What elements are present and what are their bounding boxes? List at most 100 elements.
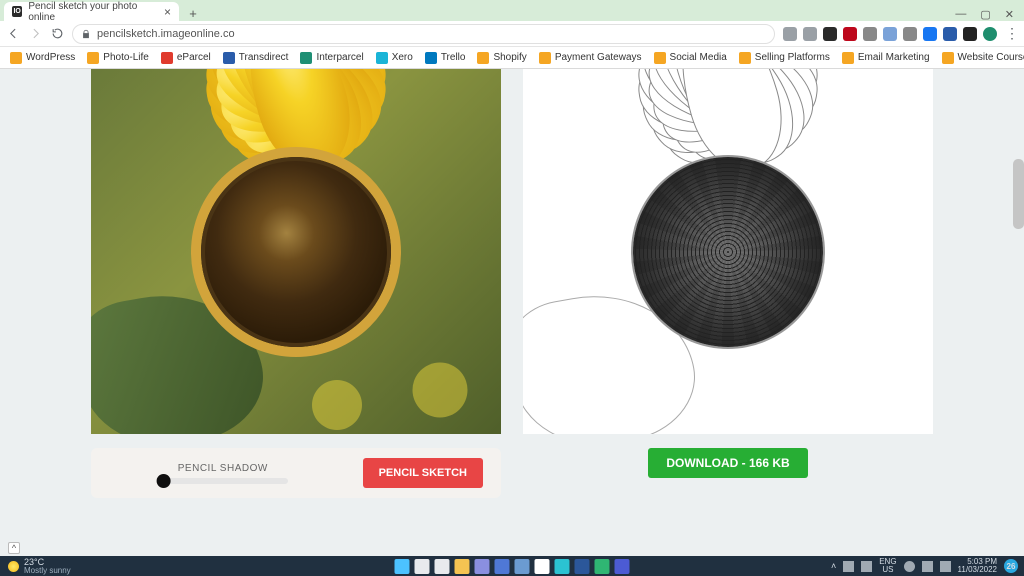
bookmark-social-media[interactable]: Social Media [650,50,731,66]
bookmark-label: Social Media [670,52,727,63]
reload-button[interactable] [50,27,64,41]
back-button[interactable] [6,27,20,41]
mail-icon[interactable] [495,559,510,574]
control-panel: PENCIL SHADOW PENCIL SKETCH [91,448,501,498]
bookmark-wordpress[interactable]: WordPress [6,50,79,66]
taskbar: 23°C Mostly sunny ˄ ENG US 5:03 PM 11/03… [0,556,1024,576]
bookmark-folder-icon [942,52,954,64]
bookmark-photo-life[interactable]: Photo-Life [83,50,153,66]
tab-title: Pencil sketch your photo online [28,1,158,23]
ext-gear[interactable] [883,27,897,41]
bookmark-email-marketing[interactable]: Email Marketing [838,50,934,66]
edge-icon[interactable] [555,559,570,574]
bookmark-xero[interactable]: Xero [372,50,417,66]
bookmark-bar: WordPress Photo-Life eParcelTransdirectInt… [0,47,1024,69]
weather-widget[interactable]: 23°C Mostly sunny [0,558,79,575]
bookmark-transdirect[interactable]: Transdirect [219,50,293,66]
minimize-button[interactable]: — [955,8,966,21]
sketch-result-image [523,69,933,434]
settings-icon[interactable] [475,559,490,574]
bookmark-label: Xero [392,52,413,63]
page-content: PENCIL SHADOW PENCIL SKETCH DOWNLOAD - 1… [0,69,1024,556]
date-text: 11/03/2022 [958,566,997,574]
pinterest-icon[interactable] [843,27,857,41]
browser-tab[interactable]: IO Pencil sketch your photo online × [4,2,179,21]
slider-thumb[interactable] [156,474,170,488]
onedrive-icon[interactable] [843,561,854,572]
bookmark-label: Shopify [493,52,526,63]
bookmark-label: Photo-Life [103,52,149,63]
bookmark-folder-icon [161,52,173,64]
scrollbar-thumb[interactable] [1013,159,1024,229]
bookmark-folder-icon [10,52,22,64]
bookmark-label: Trello [441,52,466,63]
tab-favicon: IO [12,6,22,17]
system-tray: ˄ ENG US 5:03 PM 11/03/2022 26 [831,558,1024,574]
bookmark-folder-icon [539,52,551,64]
profile-avatar[interactable] [983,27,997,41]
browser-menu-button[interactable]: ⋮ [1005,25,1018,42]
sun-icon [8,561,19,572]
dropbox-icon[interactable] [861,561,872,572]
bookmark-folder-icon [87,52,99,64]
download-button[interactable]: DOWNLOAD - 166 KB [648,448,807,478]
bookmark-interparcel[interactable]: Interparcel [296,50,367,66]
scroll-to-top-button[interactable]: ^ [8,542,20,554]
bookmark-folder-icon [223,52,235,64]
bookmark-label: Website Courses [958,52,1024,63]
start-icon[interactable] [395,559,410,574]
word-icon[interactable] [575,559,590,574]
ext-s[interactable] [863,27,877,41]
clock[interactable]: 5:03 PM 11/03/2022 [958,558,997,574]
explorer-icon[interactable] [455,559,470,574]
bookmark-folder-icon [739,52,751,64]
bookmark-folder-icon [477,52,489,64]
star-icon[interactable] [803,27,817,41]
notification-badge[interactable]: 26 [1004,559,1018,573]
taskbar-center [395,559,630,574]
extensions-icon[interactable] [963,27,977,41]
ext-w[interactable] [823,27,837,41]
facebook-icon[interactable] [923,27,937,41]
app1-icon[interactable] [595,559,610,574]
ext-grid[interactable] [943,27,957,41]
store-icon[interactable] [515,559,530,574]
bookmark-folder-icon [376,52,388,64]
forward-button[interactable] [28,27,42,41]
volume-icon[interactable] [922,561,933,572]
bookmark-website-courses[interactable]: Website Courses [938,50,1024,66]
bookmark-label: WordPress [26,52,75,63]
maximize-button[interactable]: ▢ [980,8,990,21]
app2-icon[interactable] [615,559,630,574]
tab-close-icon[interactable]: × [164,5,171,19]
taskview-icon[interactable] [435,559,450,574]
wifi-icon[interactable] [904,561,915,572]
bookmark-payment-gateways[interactable]: Payment Gateways [535,50,646,66]
bookmark-trello[interactable]: Trello [421,50,470,66]
window-controls: — ▢ ✕ [955,8,1024,21]
chrome-icon[interactable] [535,559,550,574]
bookmark-label: Selling Platforms [755,52,830,63]
lang-bot[interactable]: US [882,566,893,574]
tray-chevron-icon[interactable]: ˄ [831,561,836,571]
extension-row [783,27,997,41]
search-icon[interactable] [415,559,430,574]
new-tab-button[interactable]: + [185,5,201,21]
battery-icon[interactable] [940,561,951,572]
ext-flag[interactable] [903,27,917,41]
bookmark-folder-icon [425,52,437,64]
bookmark-label: Payment Gateways [555,52,642,63]
bookmark-label: Email Marketing [858,52,930,63]
bookmark-selling-platforms[interactable]: Selling Platforms [735,50,834,66]
slider-label: PENCIL SHADOW [178,463,268,474]
close-window-button[interactable]: ✕ [1005,8,1014,21]
lock-icon [81,29,91,39]
bookmark-folder-icon [300,52,312,64]
address-bar[interactable]: pencilsketch.imageonline.co [72,24,775,44]
pencil-shadow-slider[interactable] [158,478,288,484]
bookmark-shopify[interactable]: Shopify [473,50,530,66]
bookmark-eparcel[interactable]: eParcel [157,50,215,66]
bookmark-folder-icon [842,52,854,64]
share-icon[interactable] [783,27,797,41]
pencil-sketch-button[interactable]: PENCIL SKETCH [363,458,483,488]
